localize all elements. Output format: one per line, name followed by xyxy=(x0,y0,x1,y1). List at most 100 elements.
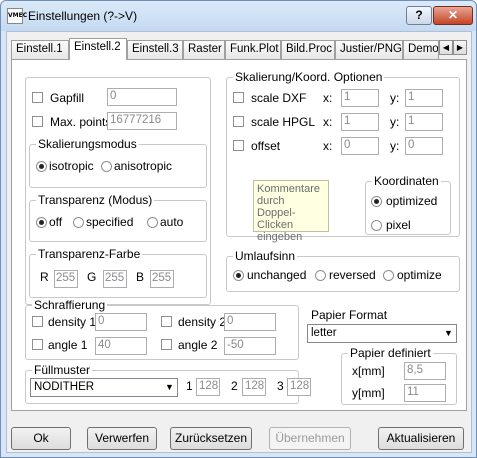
anisotropic-label: anisotropic xyxy=(114,159,173,173)
tab-einstell-1[interactable]: Einstell.1 xyxy=(11,40,69,59)
aktualisieren-button[interactable]: Aktualisieren xyxy=(378,427,464,450)
scale-dxf-x-field[interactable]: 1 xyxy=(341,89,379,107)
transparenz-farbe-title: Transparenz-Farbe xyxy=(36,247,143,261)
comment-box[interactable]: Kommentare durch Doppel-Clicken eingeben xyxy=(253,180,329,243)
gapfill-field[interactable]: 0 xyxy=(107,88,177,106)
papier-definiert-group: Papier definiert x[mm] 8,5 y[mm] 11 xyxy=(341,346,457,405)
offset-checkbox[interactable] xyxy=(233,140,244,151)
tab-scroll-left-icon[interactable]: ◀ xyxy=(439,40,453,55)
max-points-field[interactable]: 16777216 xyxy=(107,112,177,130)
offset-x-field[interactable]: 0 xyxy=(341,137,379,155)
help-button[interactable]: ? xyxy=(406,6,432,25)
density1-label: density 1 xyxy=(48,315,97,329)
scale-hpgl-label: scale HPGL xyxy=(251,115,316,129)
chevron-down-icon[interactable]: ▼ xyxy=(441,325,456,342)
scale-hpgl-checkbox[interactable] xyxy=(233,116,244,127)
density1-checkbox[interactable] xyxy=(32,316,43,327)
isotropic-radio[interactable] xyxy=(36,161,47,172)
optimized-radio[interactable] xyxy=(371,196,382,207)
reversed-radio[interactable] xyxy=(315,270,326,281)
fill-3-field[interactable]: 128 xyxy=(287,378,311,396)
angle2-checkbox[interactable] xyxy=(161,339,172,350)
fill-3-label: 3 xyxy=(277,379,284,393)
ok-button[interactable]: Ok xyxy=(11,427,71,450)
transparenz-off-radio[interactable] xyxy=(36,217,47,228)
gapfill-label: Gapfill xyxy=(50,91,85,105)
anisotropic-radio[interactable] xyxy=(101,161,112,172)
density2-checkbox[interactable] xyxy=(161,316,172,327)
angle1-field[interactable]: 40 xyxy=(95,337,147,355)
papier-x-label: x[mm] xyxy=(352,364,385,378)
optimized-label: optimized xyxy=(386,194,438,208)
transparenz-modus-group: Transparenz (Modus) off specified auto xyxy=(29,193,207,242)
tab-scroll-right-icon[interactable]: ▶ xyxy=(453,40,467,55)
fuellmuster-group: Füllmuster NODITHER ▼ 1 128 2 128 3 128 xyxy=(25,363,311,404)
umlaufsinn-title: Umlaufsinn xyxy=(233,249,298,263)
tab-einstell-2[interactable]: Einstell.2 xyxy=(69,38,127,60)
tab-bild-proc[interactable]: Bild.Proc xyxy=(281,40,335,59)
app-icon: VMEC xyxy=(7,8,27,24)
optimize-radio[interactable] xyxy=(383,270,394,281)
scale-hpgl-y-label: y: xyxy=(390,115,400,129)
offset-y-field[interactable]: 0 xyxy=(405,137,443,155)
scale-dxf-y-label: y: xyxy=(390,91,400,105)
papier-y-label: y[mm] xyxy=(352,386,385,400)
density1-field[interactable]: 0 xyxy=(95,313,147,331)
skalierungsmodus-title: Skalierungsmodus xyxy=(36,137,139,151)
angle2-field[interactable]: -50 xyxy=(224,337,276,355)
tab-justier-png[interactable]: Justier/PNG xyxy=(335,40,403,59)
fill-1-field[interactable]: 128 xyxy=(196,378,220,396)
angle1-checkbox[interactable] xyxy=(32,339,43,350)
tab-raster[interactable]: Raster xyxy=(183,40,225,59)
chevron-down-icon[interactable]: ▼ xyxy=(162,379,177,396)
tab-funk-plot[interactable]: Funk.Plot xyxy=(225,40,281,59)
fill-2-field[interactable]: 128 xyxy=(242,378,266,396)
umlaufsinn-group: Umlaufsinn unchanged reversed optimize xyxy=(226,249,460,292)
tab-einstell-3[interactable]: Einstell.3 xyxy=(127,40,183,59)
skalierungsmodus-group: Skalierungsmodus isotropic anisotropic xyxy=(29,137,207,188)
gapfill-checkbox[interactable] xyxy=(32,92,43,103)
close-button[interactable]: ✕ xyxy=(433,6,473,25)
papier-y-field[interactable]: 11 xyxy=(404,384,446,402)
optimize-label: optimize xyxy=(397,268,442,282)
color-r-label: R xyxy=(40,270,49,284)
verwerfen-button[interactable]: Verwerfen xyxy=(87,427,157,450)
scale-dxf-y-field[interactable]: 1 xyxy=(405,89,443,107)
color-b-field[interactable]: 255 xyxy=(150,270,174,288)
transparenz-auto-radio[interactable] xyxy=(147,217,158,228)
dialog-client: Einstell.1 Einstell.2 Einstell.3 Raster … xyxy=(6,31,472,453)
unchanged-radio[interactable] xyxy=(233,270,244,281)
scale-dxf-x-label: x: xyxy=(323,91,333,105)
tab-demo[interactable]: Demo xyxy=(403,40,439,59)
zuruecksetzen-button[interactable]: Zurücksetzen xyxy=(170,427,252,450)
fuellmuster-select[interactable]: NODITHER ▼ xyxy=(30,378,178,397)
uebernehmen-button[interactable]: Übernehmen xyxy=(269,427,351,450)
skalierung-group: Skalierung/Koord. Optionen scale DXF x: … xyxy=(226,70,460,243)
max-points-checkbox[interactable] xyxy=(32,116,43,127)
scale-hpgl-x-field[interactable]: 1 xyxy=(341,113,379,131)
scale-dxf-checkbox[interactable] xyxy=(233,92,244,103)
papier-format-select[interactable]: letter ▼ xyxy=(307,324,457,343)
papier-x-field[interactable]: 8,5 xyxy=(404,362,446,380)
skalierung-title: Skalierung/Koord. Optionen xyxy=(233,70,385,84)
density2-field[interactable]: 0 xyxy=(224,313,276,331)
transparenz-auto-label: auto xyxy=(160,215,184,229)
transparenz-off-label: off xyxy=(49,215,63,229)
color-r-field[interactable]: 255 xyxy=(54,270,78,288)
koordinaten-group: Koordinaten optimized pixel xyxy=(365,174,451,235)
transparenz-specified-radio[interactable] xyxy=(73,217,84,228)
title-bar[interactable]: VMEC Einstellungen (?->V) ? ✕ xyxy=(1,1,476,31)
window-title: Einstellungen (?->V) xyxy=(28,9,138,23)
angle1-label: angle 1 xyxy=(48,338,88,352)
offset-x-label: x: xyxy=(323,139,333,153)
density2-label: density 2 xyxy=(178,315,227,329)
tab-strip: Einstell.1 Einstell.2 Einstell.3 Raster … xyxy=(11,38,467,60)
scale-hpgl-x-label: x: xyxy=(323,115,333,129)
color-g-field[interactable]: 255 xyxy=(103,270,127,288)
papier-format-label: Papier Format xyxy=(311,308,388,322)
color-b-label: B xyxy=(136,270,145,284)
pixel-radio[interactable] xyxy=(371,220,382,231)
scale-hpgl-y-field[interactable]: 1 xyxy=(405,113,443,131)
schraffierung-group: Schraffierung density 1 0 density 2 0 an… xyxy=(25,298,299,360)
papier-format-value: letter xyxy=(311,327,337,339)
